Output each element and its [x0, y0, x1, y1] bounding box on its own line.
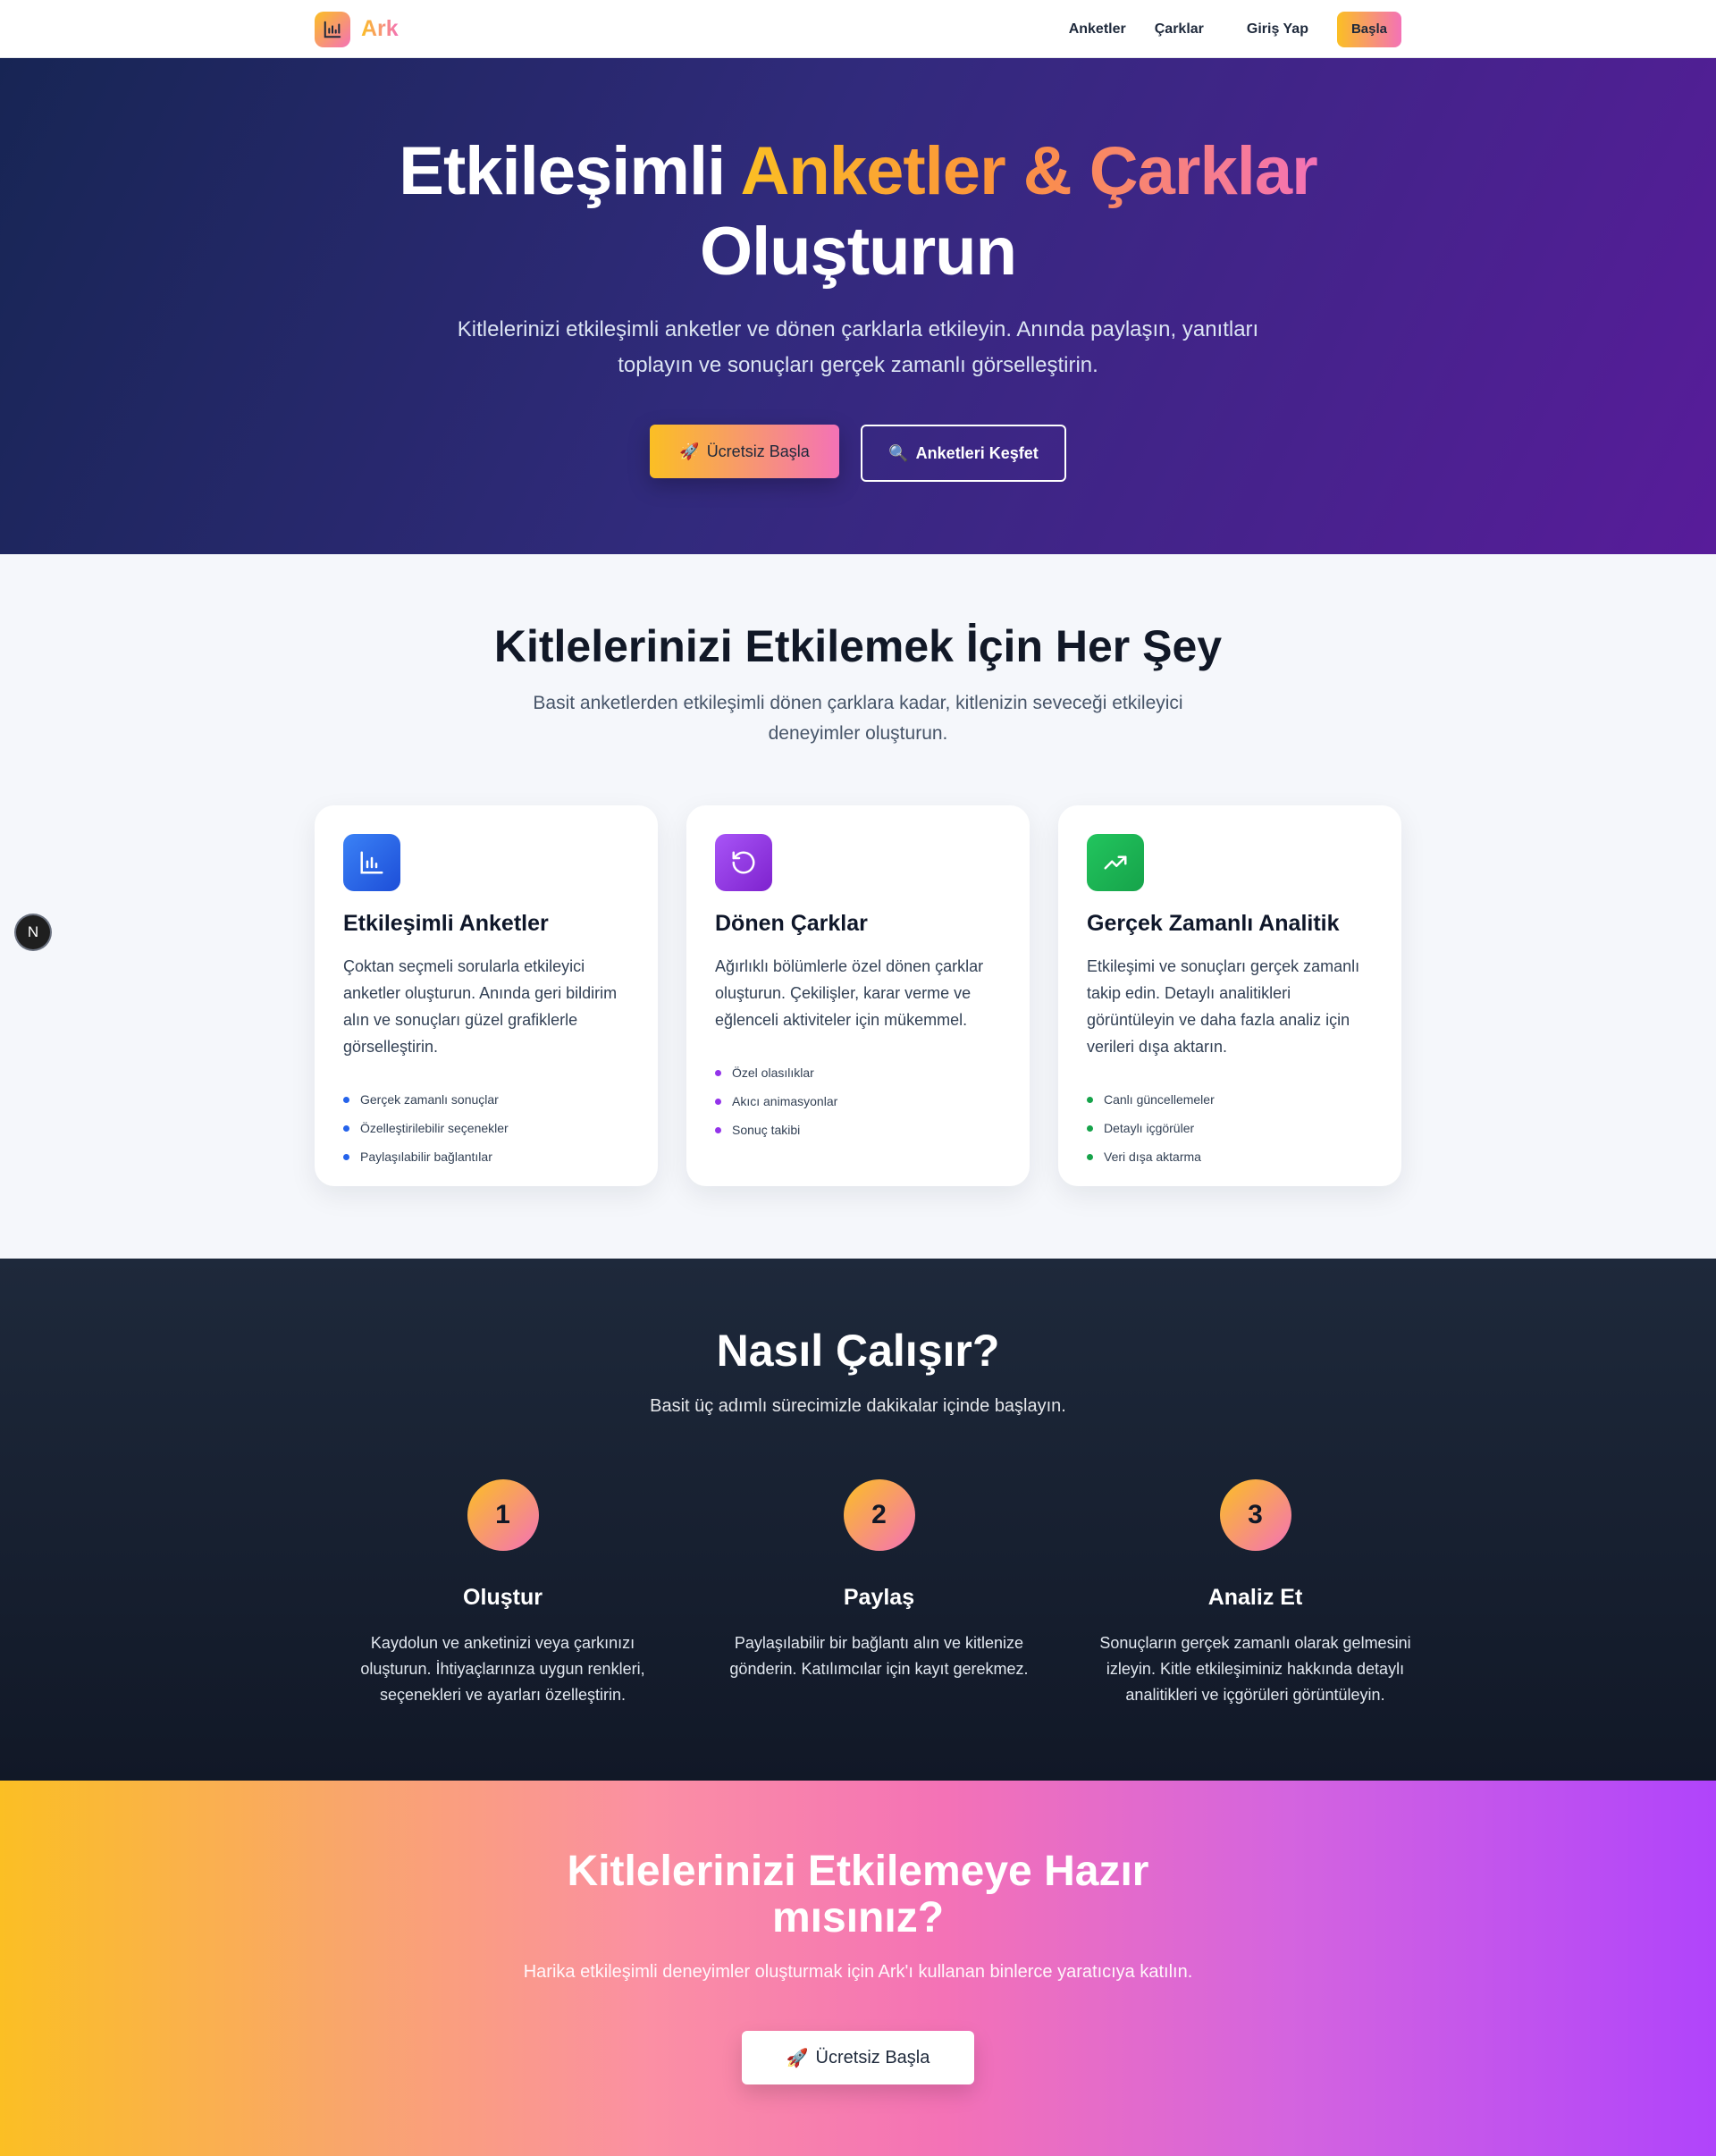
list-item-label: Detaylı içgörüler — [1104, 1121, 1195, 1135]
cta-start-free-button[interactable]: 🚀 Ücretsiz Başla — [742, 2031, 974, 2084]
bullet-dot-icon — [715, 1098, 721, 1105]
step-analyze: 3 Analiz Et Sonuçların gerçek zamanlı ol… — [1067, 1479, 1443, 1708]
list-item-label: Gerçek zamanlı sonuçlar — [360, 1092, 499, 1107]
list-item-label: Veri dışa aktarma — [1104, 1150, 1201, 1164]
bullet-dot-icon — [1087, 1096, 1093, 1103]
cta-start-free-label: Ücretsiz Başla — [815, 2047, 930, 2068]
list-item-label: Özel olasılıklar — [732, 1065, 814, 1080]
brand-name: Ark — [361, 16, 399, 41]
step-number-badge: 1 — [467, 1479, 539, 1551]
list-item: Veri dışa aktarma — [1087, 1142, 1373, 1171]
hero-explore-polls-label: Anketleri Keşfet — [915, 443, 1039, 462]
step-title: Oluştur — [463, 1585, 543, 1610]
feature-card-wheels: Dönen Çarklar Ağırlıklı bölümlerle özel … — [686, 805, 1030, 1186]
hero-title: Etkileşimli Anketler & Çarklar Oluşturun — [0, 131, 1716, 292]
nav-link-carklar[interactable]: Çarklar — [1155, 21, 1204, 38]
step-description: Kaydolun ve anketinizi veya çarkınızı ol… — [360, 1634, 645, 1704]
bullet-dot-icon — [1087, 1124, 1093, 1132]
list-item: Canlı güncellemeler — [1087, 1085, 1373, 1114]
navbar-inner: Ark Anketler Çarklar Giriş Yap Başla — [315, 0, 1401, 58]
step-number-badge: 2 — [843, 1479, 915, 1551]
hero-section: Etkileşimli Anketler & Çarklar Oluşturun… — [0, 58, 1716, 554]
nav-links: Anketler Çarklar Giriş Yap Başla — [1040, 11, 1401, 47]
hero-explore-polls-button[interactable]: 🔍 Anketleri Keşfet — [861, 425, 1066, 482]
list-item-label: Özelleştirilebilir seçenekler — [360, 1121, 509, 1135]
how-it-works-section: Nasıl Çalışır? Basit üç adımlı sürecimiz… — [0, 1259, 1716, 1781]
bullet-dot-icon — [343, 1124, 349, 1132]
bullet-dot-icon — [1087, 1153, 1093, 1160]
rocket-icon: 🚀 — [786, 2048, 809, 2068]
dev-tools-badge[interactable]: N — [16, 915, 50, 949]
hero-title-part1: Etkileşimli — [399, 133, 726, 209]
list-item: Özel olasılıklar — [715, 1058, 1001, 1087]
top-navbar: Ark Anketler Çarklar Giriş Yap Başla — [0, 0, 1716, 58]
feature-card-description: Etkileşimi ve sonuçları gerçek zamanlı t… — [1087, 957, 1360, 1056]
feature-card-list: Gerçek zamanlı sonuçlar Özelleştirilebil… — [343, 1085, 629, 1171]
nav-link-anketler[interactable]: Anketler — [1069, 21, 1126, 38]
list-item: Gerçek zamanlı sonuçlar — [343, 1085, 629, 1114]
list-item: Paylaşılabilir bağlantılar — [343, 1142, 629, 1171]
step-create: 1 Oluştur Kaydolun ve anketinizi veya ça… — [315, 1479, 691, 1708]
magnifier-icon: 🔍 — [888, 443, 909, 462]
cta-subtitle: Harika etkileşimli deneyimler oluşturmak… — [523, 1962, 1193, 1982]
brand-logo-link[interactable]: Ark — [315, 11, 399, 47]
step-title: Paylaş — [843, 1585, 915, 1610]
list-item-label: Akıcı animasyonlar — [732, 1094, 838, 1108]
hero-start-free-label: Ücretsiz Başla — [706, 442, 810, 460]
hero-title-part2: Oluşturun — [699, 214, 1017, 290]
hero-buttons: 🚀 Ücretsiz Başla 🔍 Anketleri Keşfet — [0, 425, 1716, 482]
bullet-dot-icon — [343, 1153, 349, 1160]
how-subtitle: Basit üç adımlı sürecimizle dakikalar iç… — [650, 1396, 1066, 1416]
feature-card-title: Gerçek Zamanlı Analitik — [1087, 911, 1340, 936]
nav-start-button[interactable]: Başla — [1336, 11, 1401, 47]
hero-start-free-button[interactable]: 🚀 Ücretsiz Başla — [650, 425, 839, 478]
bar-chart-icon — [343, 834, 400, 891]
hero-subtitle: Kitlelerinizi etkileşimli anketler ve dö… — [457, 317, 1259, 377]
list-item: Özelleştirilebilir seçenekler — [343, 1114, 629, 1142]
list-item: Detaylı içgörüler — [1087, 1114, 1373, 1142]
feature-card-polls: Etkileşimli Anketler Çoktan seçmeli soru… — [315, 805, 658, 1186]
bullet-dot-icon — [715, 1126, 721, 1133]
feature-card-list: Özel olasılıklar Akıcı animasyonlar Sonu… — [715, 1058, 1001, 1144]
feature-card-analytics: Gerçek Zamanlı Analitik Etkileşimi ve so… — [1058, 805, 1401, 1186]
list-item-label: Paylaşılabilir bağlantılar — [360, 1150, 492, 1164]
rocket-icon: 🚀 — [679, 442, 700, 460]
features-section: Kitlelerinizi Etkilemek İçin Her Şey Bas… — [0, 554, 1716, 1259]
list-item: Akıcı animasyonlar — [715, 1087, 1001, 1116]
cta-title: Kitlelerinizi Etkilemeye Hazır mısınız? — [567, 1848, 1149, 1941]
step-description: Sonuçların gerçek zamanlı olarak gelmesi… — [1099, 1634, 1411, 1704]
features-subtitle: Basit anketlerden etkileşimli dönen çark… — [533, 693, 1183, 744]
step-title: Analiz Et — [1207, 1585, 1303, 1610]
trending-up-icon — [1087, 834, 1144, 891]
how-title: Nasıl Çalışır? — [716, 1326, 1000, 1376]
list-item-label: Sonuç takibi — [732, 1123, 801, 1137]
features-title: Kitlelerinizi Etkilemek İçin Her Şey — [493, 621, 1223, 671]
cta-section: Kitlelerinizi Etkilemeye Hazır mısınız? … — [0, 1781, 1716, 2156]
bullet-dot-icon — [715, 1069, 721, 1076]
login-link[interactable]: Giriş Yap — [1247, 21, 1308, 38]
feature-card-list: Canlı güncellemeler Detaylı içgörüler Ve… — [1087, 1085, 1373, 1171]
steps-list: 1 Oluştur Kaydolun ve anketinizi veya ça… — [315, 1479, 1443, 1708]
feature-card-description: Ağırlıklı bölümlerle özel dönen çarklar … — [715, 957, 984, 1029]
step-number-badge: 3 — [1219, 1479, 1291, 1551]
step-share: 2 Paylaş Paylaşılabilir bir bağlantı alı… — [691, 1479, 1067, 1708]
feature-cards: Etkileşimli Anketler Çoktan seçmeli soru… — [315, 805, 1401, 1186]
bar-chart-icon — [315, 11, 350, 47]
feature-card-title: Etkileşimli Anketler — [343, 911, 549, 936]
rotate-icon — [715, 834, 772, 891]
list-item-label: Canlı güncellemeler — [1104, 1092, 1215, 1107]
feature-card-title: Dönen Çarklar — [715, 911, 868, 936]
feature-card-description: Çoktan seçmeli sorularla etkileyici anke… — [343, 957, 618, 1056]
list-item: Sonuç takibi — [715, 1116, 1001, 1144]
bullet-dot-icon — [343, 1096, 349, 1103]
step-description: Paylaşılabilir bir bağlantı alın ve kitl… — [729, 1634, 1029, 1678]
hero-title-highlight: Anketler & Çarklar — [740, 133, 1318, 209]
